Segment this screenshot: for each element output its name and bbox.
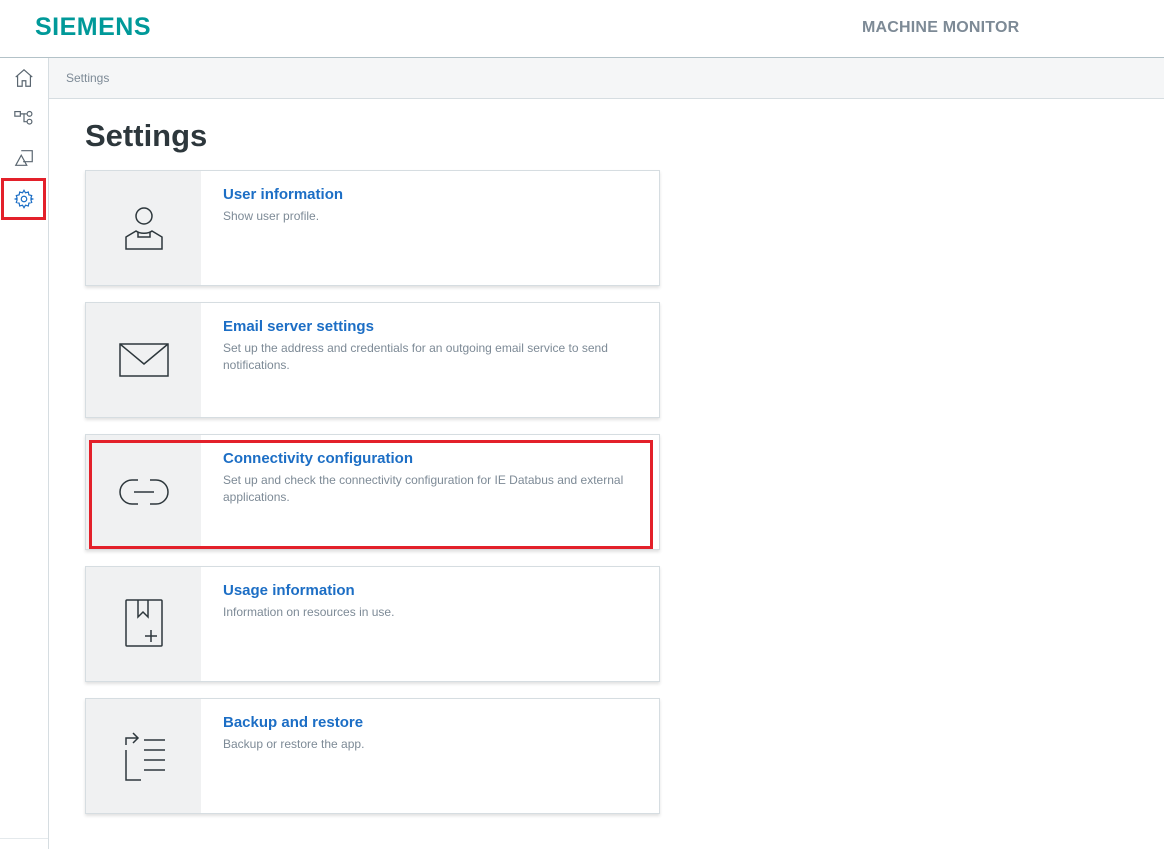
app-title: MACHINE MONITOR xyxy=(862,19,1020,36)
card-title[interactable]: Connectivity configuration xyxy=(223,450,413,467)
card-description: Show user profile. xyxy=(223,209,320,223)
card-description: Set up and check the connectivity config… xyxy=(223,473,624,504)
card-usage-information[interactable]: Usage information Information on resourc… xyxy=(85,566,660,682)
sidebar-item-flow[interactable] xyxy=(0,98,48,138)
breadcrumb[interactable]: Settings xyxy=(66,71,109,85)
envelope-icon xyxy=(118,343,169,377)
home-icon xyxy=(15,68,33,87)
breadcrumb-bar: Settings xyxy=(49,58,1164,99)
link-icon xyxy=(118,479,169,505)
card-icon-area xyxy=(86,699,201,813)
sidebar-item-shapes[interactable] xyxy=(0,138,48,178)
card-description: Set up the address and credentials for a… xyxy=(223,341,608,372)
card-icon-area xyxy=(86,435,201,549)
shapes-icon xyxy=(14,150,33,166)
card-backup-and-restore[interactable]: Backup and restore Backup or restore the… xyxy=(85,698,660,814)
card-title[interactable]: User information xyxy=(223,186,343,203)
card-connectivity-configuration[interactable]: Connectivity configuration Set up and ch… xyxy=(85,434,660,550)
card-email-server-settings[interactable]: Email server settings Set up the address… xyxy=(85,302,660,418)
sidebar-divider xyxy=(0,838,48,839)
card-icon-area xyxy=(86,567,201,681)
card-description: Information on resources in use. xyxy=(223,605,395,619)
gear-icon xyxy=(13,189,34,209)
sidebar xyxy=(0,58,49,849)
sidebar-item-home[interactable] xyxy=(0,58,48,98)
card-icon-area xyxy=(86,303,201,417)
card-title[interactable]: Backup and restore xyxy=(223,714,363,731)
bookmark-plus-icon xyxy=(124,599,163,647)
card-description: Backup or restore the app. xyxy=(223,737,365,751)
app-header: SIEMENS MACHINE MONITOR xyxy=(0,0,1164,58)
page-title: Settings xyxy=(85,118,208,153)
card-user-information[interactable]: User information Show user profile. xyxy=(85,170,660,286)
sidebar-item-settings[interactable] xyxy=(1,178,46,220)
flow-icon xyxy=(14,110,33,125)
card-title[interactable]: Usage information xyxy=(223,582,355,599)
card-title[interactable]: Email server settings xyxy=(223,318,374,335)
backup-restore-icon xyxy=(124,732,165,781)
card-icon-area xyxy=(86,171,201,285)
user-icon xyxy=(124,207,163,250)
siemens-logo[interactable]: SIEMENS xyxy=(35,13,151,42)
